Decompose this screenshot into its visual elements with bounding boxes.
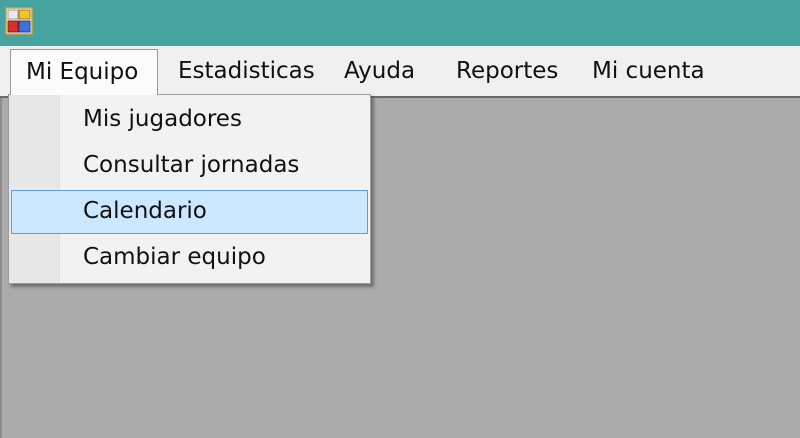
dropdown-item-mis-jugadores[interactable]: Mis jugadores: [11, 98, 368, 142]
dropdown-item-label: Mis jugadores: [83, 106, 242, 132]
menu-reportes[interactable]: Reportes: [456, 49, 558, 95]
dropdown-item-cambiar-equipo[interactable]: Cambiar equipo: [11, 236, 368, 280]
dropdown-item-calendario[interactable]: Calendario: [11, 190, 368, 234]
app-icon[interactable]: [4, 6, 34, 36]
client-left-edge: [0, 98, 2, 438]
dropdown-item-label: Calendario: [83, 198, 207, 224]
dropdown-item-label: Cambiar equipo: [83, 244, 266, 270]
menu-estadisticas[interactable]: Estadisticas: [178, 49, 315, 95]
dropdown-mi-equipo: Mis jugadores Consultar jornadas Calenda…: [8, 94, 371, 284]
dropdown-item-label: Consultar jornadas: [83, 152, 300, 178]
menu-mi-equipo[interactable]: Mi Equipo: [10, 49, 158, 95]
title-bar[interactable]: [0, 0, 800, 46]
menu-ayuda[interactable]: Ayuda: [344, 49, 415, 95]
dropdown-item-consultar-jornadas[interactable]: Consultar jornadas: [11, 144, 368, 188]
menu-mi-cuenta[interactable]: Mi cuenta: [592, 49, 705, 95]
